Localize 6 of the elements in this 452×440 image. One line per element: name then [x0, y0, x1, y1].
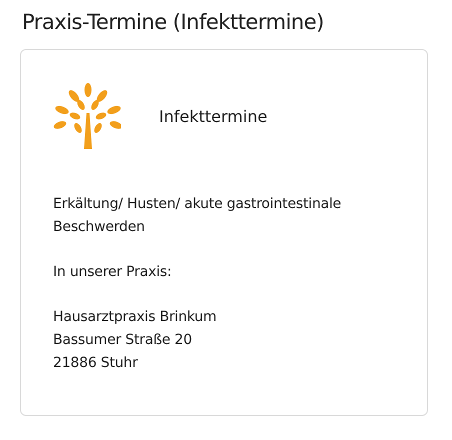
paragraph: Erkältung/ Husten/ akute gastrointestinale Beschwerden [53, 195, 342, 238]
paragraph: In unserer Praxis: [53, 263, 172, 282]
card-title: Infekttermine [159, 106, 268, 126]
paragraph: Hausarztpraxis Brinkum Bassumer Straße 20 21886 Stuhr [53, 308, 218, 374]
tree-icon [53, 83, 121, 150]
page-title: Praxis-Termine (Infekttermine) [22, 10, 325, 36]
